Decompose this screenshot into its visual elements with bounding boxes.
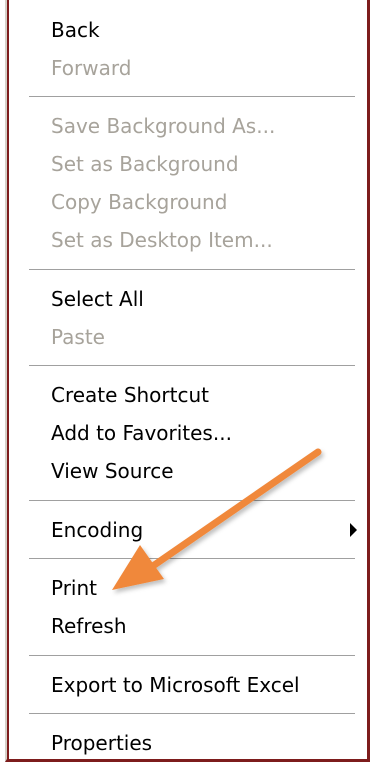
menu-item-label: Export to Microsoft Excel (51, 673, 300, 697)
menu-item-label: Create Shortcut (51, 383, 209, 407)
menu-item-label: View Source (51, 459, 174, 483)
menu-item-refresh[interactable]: Refresh (7, 608, 367, 644)
menu-item-label: Set as Background (51, 152, 239, 176)
menu-item-copy-background[interactable]: Copy Background (7, 184, 367, 220)
menu-separator (29, 365, 355, 367)
menu-item-label: Properties (51, 731, 153, 755)
menu-separator (29, 558, 355, 560)
menu-item-paste[interactable]: Paste (7, 319, 367, 355)
menu-item-properties[interactable]: Properties (7, 725, 367, 761)
menu-separator (29, 96, 355, 98)
menu-item-label: Forward (51, 56, 132, 80)
menu-item-export-to-excel[interactable]: Export to Microsoft Excel (7, 667, 367, 703)
menu-item-label: Print (51, 576, 98, 600)
menu-item-select-all[interactable]: Select All (7, 281, 367, 317)
menu-item-back[interactable]: Back (7, 12, 367, 48)
menu-item-encoding[interactable]: Encoding (7, 512, 367, 548)
menu-item-save-background-as[interactable]: Save Background As... (7, 108, 367, 144)
menu-separator (29, 713, 355, 715)
menu-separator (29, 655, 355, 657)
chevron-right-icon (350, 523, 357, 537)
context-menu: Back Forward Save Background As... Set a… (5, 0, 370, 762)
menu-item-label: Refresh (51, 614, 127, 638)
menu-item-label: Save Background As... (51, 114, 276, 138)
menu-item-forward[interactable]: Forward (7, 50, 367, 86)
menu-item-label: Add to Favorites... (51, 421, 232, 445)
menu-item-label: Select All (51, 287, 144, 311)
menu-item-view-source[interactable]: View Source (7, 453, 367, 489)
menu-item-set-as-desktop-item[interactable]: Set as Desktop Item... (7, 222, 367, 258)
menu-item-add-to-favorites[interactable]: Add to Favorites... (7, 415, 367, 451)
menu-separator (29, 500, 355, 502)
menu-item-label: Copy Background (51, 190, 228, 214)
menu-separator (29, 269, 355, 271)
menu-item-set-as-background[interactable]: Set as Background (7, 146, 367, 182)
menu-item-label: Paste (51, 325, 105, 349)
menu-item-label: Encoding (51, 518, 144, 542)
menu-item-label: Set as Desktop Item... (51, 228, 273, 252)
menu-item-create-shortcut[interactable]: Create Shortcut (7, 377, 367, 413)
menu-item-print[interactable]: Print (7, 570, 367, 606)
menu-item-label: Back (51, 18, 100, 42)
